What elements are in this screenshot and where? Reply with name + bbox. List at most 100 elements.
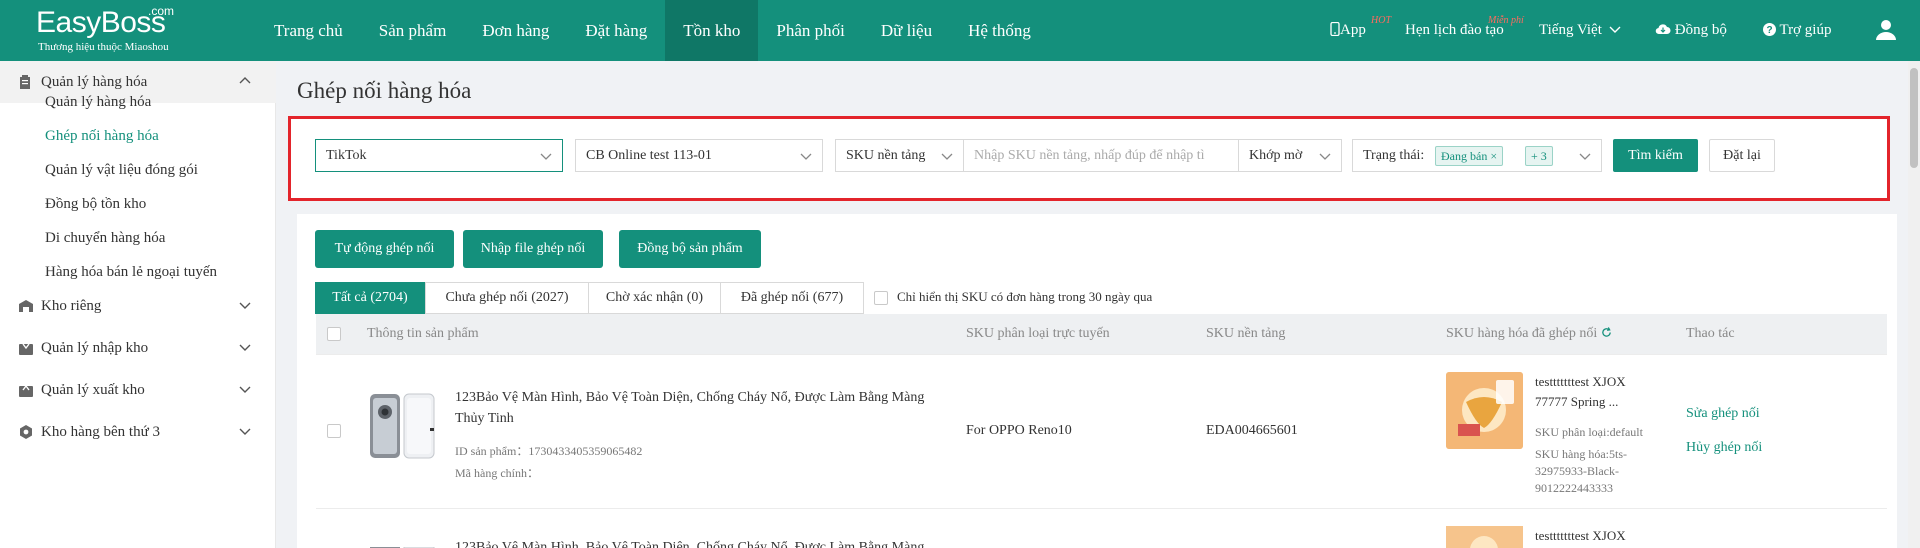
only-orders-label: Chỉ hiển thị SKU có đơn hàng trong 30 ng… <box>897 289 1153 304</box>
inbox-in-icon <box>19 343 33 355</box>
app-label: App <box>1340 22 1366 38</box>
sidebar-group-label: Kho hàng bên thứ 3 <box>41 424 160 440</box>
product-thumbnail[interactable] <box>366 542 438 548</box>
matched-product-thumbnail[interactable] <box>1446 372 1523 449</box>
matched-product-image <box>1446 372 1523 449</box>
tab-matched[interactable]: Đã ghép nối (677) <box>720 282 864 314</box>
nav-system[interactable]: Hệ thống <box>950 0 1049 61</box>
nav-products[interactable]: Sản phẩm <box>361 0 465 61</box>
chevron-down-icon <box>540 153 552 160</box>
refresh-icon[interactable] <box>1601 327 1612 338</box>
chevron-down-icon <box>239 302 251 309</box>
reset-button[interactable]: Đặt lại <box>1709 139 1775 172</box>
match-mode-select[interactable]: Khớp mờ <box>1238 139 1342 172</box>
training-link[interactable]: Hẹn lịch đào tạo <box>1405 0 1504 61</box>
sidebar-group-outbound[interactable]: Quản lý xuất kho <box>0 369 276 411</box>
phone-product-image <box>370 393 435 459</box>
sku-search-placeholder: Nhập SKU nền tảng, nhấp đúp để nhập tì <box>974 148 1205 163</box>
logo-brand: EasyBoss <box>36 6 166 39</box>
only-orders-checkbox[interactable] <box>874 291 888 305</box>
product-title-line1[interactable]: 123Bảo Vệ Màn Hình, Bảo Vệ Toàn Diện, Ch… <box>455 540 924 548</box>
main-nav: Trang chủ Sản phẩm Đơn hàng Đặt hàng Tồn… <box>256 0 1049 61</box>
sidebar-group-private-warehouse[interactable]: Kho riêng <box>0 285 276 327</box>
logo-tagline: Thương hiệu thuộc Miaoshou <box>38 41 169 53</box>
status-label: Trạng thái: <box>1363 148 1425 163</box>
sidebar-item-goods-matching[interactable]: Ghép nối hàng hóa <box>45 126 159 146</box>
col-matched-sku: SKU hàng hóa đã ghép nối <box>1446 326 1612 342</box>
sku-type-select[interactable]: SKU nền tảng <box>835 139 964 172</box>
sidebar-group-inbound[interactable]: Quản lý nhập kho <box>0 327 276 369</box>
matched-name-line1: testttttttest XJOX <box>1535 528 1626 543</box>
chevron-down-icon <box>239 428 251 435</box>
tab-all[interactable]: Tất cả (2704) <box>315 282 425 314</box>
sync-button[interactable]: Đồng bộ <box>1655 0 1727 61</box>
page-title: Ghép nối hàng hóa <box>297 78 472 103</box>
platform-select[interactable]: TikTok <box>315 139 563 172</box>
chevron-down-icon <box>1319 153 1331 160</box>
help-button[interactable]: ? Trợ giúp <box>1763 0 1831 61</box>
sidebar-item-goods-transfer[interactable]: Di chuyển hàng hóa <box>45 228 165 248</box>
cloud-sync-icon <box>1655 24 1671 35</box>
help-label: Trợ giúp <box>1779 22 1832 38</box>
matched-variant-sku: SKU phân loại:default <box>1535 425 1643 439</box>
nav-orders[interactable]: Đơn hàng <box>464 0 567 61</box>
language-select[interactable]: Tiếng Việt <box>1539 0 1621 61</box>
search-button[interactable]: Tìm kiếm <box>1613 139 1698 172</box>
svg-text:?: ? <box>1766 25 1772 36</box>
nav-distribution[interactable]: Phân phối <box>758 0 862 61</box>
product-title-line1[interactable]: 123Bảo Vệ Màn Hình, Bảo Vệ Toàn Diện, Ch… <box>455 390 924 406</box>
app-link[interactable]: App <box>1330 0 1366 61</box>
top-navbar: EasyBoss .com Thương hiệu thuộc Miaoshou… <box>0 0 1920 61</box>
main-code: Mã hàng chính： <box>455 466 539 480</box>
nav-data[interactable]: Dữ liệu <box>863 0 950 61</box>
close-icon[interactable]: × <box>1490 149 1497 163</box>
auto-match-button[interactable]: Tự động ghép nối <box>315 230 454 268</box>
warehouse-icon <box>19 300 33 312</box>
sync-products-button[interactable]: Đồng bộ sản phẩm <box>619 230 761 268</box>
select-all-checkbox[interactable] <box>327 327 341 341</box>
match-mode-value: Khớp mờ <box>1249 148 1303 163</box>
platform-sku-value: EDA004665601 <box>1206 423 1298 438</box>
edit-match-link[interactable]: Sửa ghép nối <box>1686 406 1760 422</box>
product-title-line2[interactable]: Thủy Tinh <box>455 411 514 427</box>
hot-badge: HOT <box>1371 15 1392 26</box>
sidebar-item-stock-sync[interactable]: Đồng bộ tồn kho <box>45 194 146 214</box>
sidebar-group-label: Kho riêng <box>41 298 102 314</box>
nav-home[interactable]: Trang chủ <box>256 0 361 61</box>
page-scrollbar-thumb[interactable] <box>1910 68 1918 168</box>
sidebar-item-packaging[interactable]: Quản lý vật liệu đóng gói <box>45 160 198 180</box>
product-thumbnail[interactable] <box>366 390 438 462</box>
sync-label: Đồng bộ <box>1674 22 1727 38</box>
sku-search-input[interactable]: Nhập SKU nền tảng, nhấp đúp để nhập tì <box>963 139 1239 172</box>
sidebar-group-third-party[interactable]: Kho hàng bên thứ 3 <box>0 411 276 453</box>
sidebar-item-offline-retail[interactable]: Hàng hóa bán lẻ ngoại tuyến <box>45 262 217 282</box>
matched-product-image <box>1446 526 1523 548</box>
col-product-info: Thông tin sản phẩm <box>367 326 479 341</box>
phone-icon <box>1330 21 1340 37</box>
col-actions: Thao tác <box>1686 326 1735 341</box>
status-more-tag: + 3 <box>1525 146 1553 166</box>
matched-product-thumbnail[interactable] <box>1446 526 1523 548</box>
nav-purchase[interactable]: Đặt hàng <box>567 0 665 61</box>
import-file-button[interactable]: Nhập file ghép nối <box>463 230 603 268</box>
product-id: ID sản phẩm：1730433405359065482 <box>455 444 643 458</box>
sidebar-group-label: Quản lý xuất kho <box>41 382 145 398</box>
status-select[interactable]: Trạng thái: Đang bán × + 3 <box>1352 139 1602 172</box>
chevron-up-icon <box>239 77 251 84</box>
cancel-match-link[interactable]: Hủy ghép nối <box>1686 440 1762 456</box>
store-select[interactable]: CB Online test 113-01 <box>575 139 823 172</box>
row-divider <box>316 508 1887 509</box>
status-tag[interactable]: Đang bán × <box>1435 146 1504 166</box>
nav-inventory[interactable]: Tồn kho <box>665 0 759 61</box>
user-avatar-icon[interactable] <box>1875 19 1897 41</box>
sku-type-value: SKU nền tảng <box>846 148 926 163</box>
sidebar-item-goods-management[interactable]: Quản lý hàng hóa <box>45 92 151 112</box>
free-badge: Miễn phí <box>1488 15 1524 26</box>
matched-sku-line2: 32975933-Black- <box>1535 464 1619 478</box>
chevron-down-icon <box>239 386 251 393</box>
chevron-down-icon <box>800 153 812 160</box>
logo[interactable]: EasyBoss .com Thương hiệu thuộc Miaoshou <box>36 4 206 56</box>
row-checkbox[interactable] <box>327 424 341 438</box>
tab-pending[interactable]: Chờ xác nhận (0) <box>588 282 721 314</box>
tab-unmatched[interactable]: Chưa ghép nối (2027) <box>425 282 589 314</box>
